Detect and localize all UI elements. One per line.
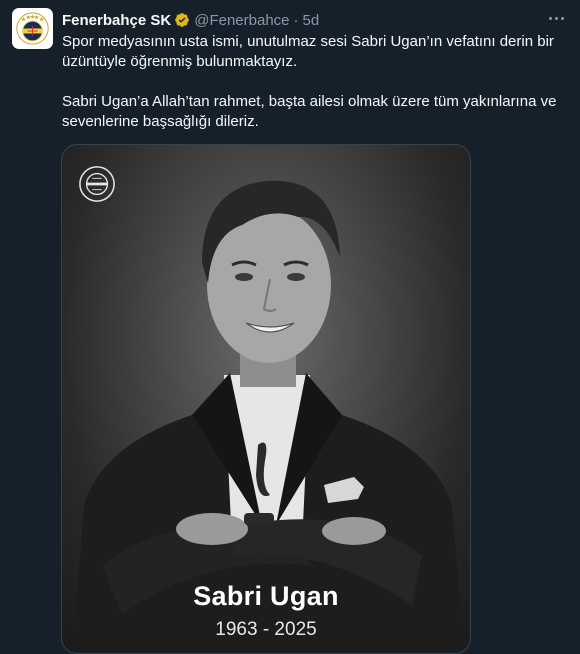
portrait-photo (72, 180, 464, 653)
tweet-text: Spor medyasının usta ismi, unutulmaz ses… (62, 33, 557, 130)
fenerbahce-crest-icon (16, 12, 49, 45)
more-options-icon[interactable] (546, 10, 566, 26)
memorial-years: 1963 - 2025 (215, 619, 317, 640)
avatar[interactable] (12, 8, 53, 49)
verified-badge-icon (175, 13, 190, 27)
separator-dot: · (293, 11, 299, 29)
tweet-media[interactable]: Sabri Ugan 1963 - 2025 (61, 144, 471, 654)
timestamp[interactable]: 5d (303, 12, 320, 29)
club-crest-watermark-icon (79, 166, 115, 202)
tweet[interactable]: Fenerbahçe SK @Fenerbahce · 5d Spor medy… (0, 0, 580, 654)
display-name[interactable]: Fenerbahçe SK (62, 12, 171, 29)
handle[interactable]: @Fenerbahce (194, 12, 289, 29)
tweet-header: Fenerbahçe SK @Fenerbahce · 5d (62, 10, 540, 30)
memorial-name: Sabri Ugan (193, 581, 339, 611)
